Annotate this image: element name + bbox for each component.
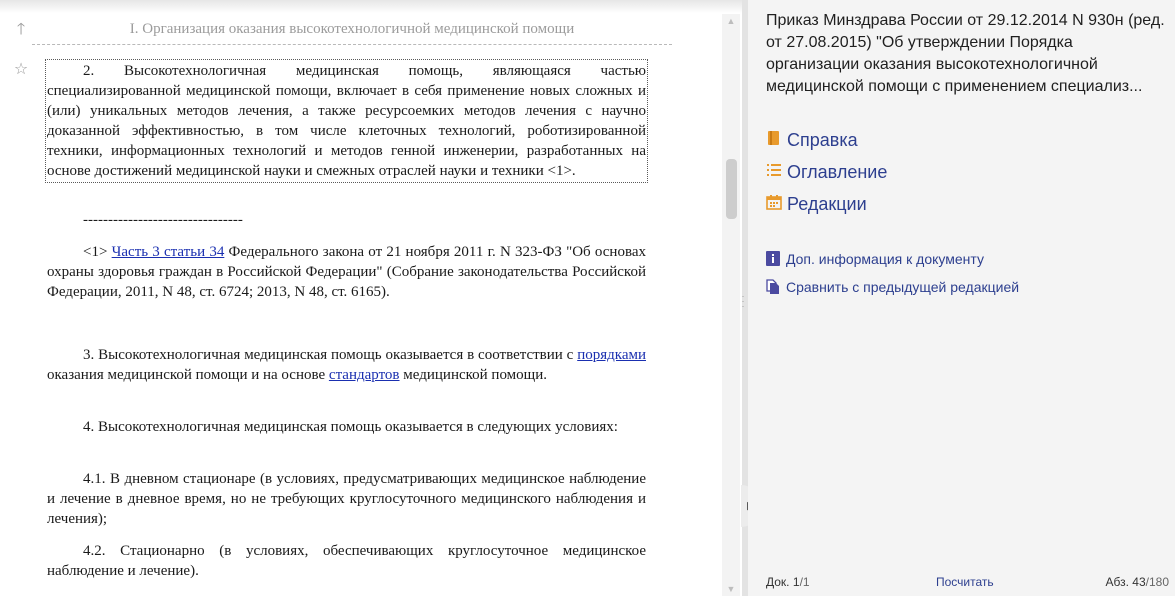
scroll-up-arrow-icon[interactable]: ▲ <box>722 14 740 28</box>
section-heading[interactable]: I. Организация оказания высокотехнологич… <box>32 12 672 45</box>
document-title: Приказ Минздрава России от 29.12.2014 N … <box>766 12 1165 95</box>
footnote-separator: -------------------------------- <box>83 212 243 228</box>
nav-label: Справка <box>787 129 858 150</box>
list-icon <box>767 164 781 176</box>
count-button[interactable]: Посчитать <box>936 570 994 594</box>
splitter-grip-icon[interactable]: · · · <box>740 292 746 312</box>
additional-info-label: Доп. информация к документу <box>786 251 984 267</box>
paragraph-3-text-b: оказания медицинской помощи и на основе <box>47 367 329 383</box>
star-outline-icon[interactable]: ☆ <box>12 60 30 78</box>
doc-counter: Док. 1/1 <box>766 570 810 594</box>
paragraph-4: 4. Высокотехнологичная медицинская помощ… <box>83 419 618 435</box>
paragraph-2[interactable]: 2. Высокотехнологичная медицинская помощ… <box>45 59 648 183</box>
abz-current: 43 <box>1132 575 1146 589</box>
nav-editions[interactable]: Редакции <box>766 193 867 217</box>
footnote-law-link[interactable]: Часть 3 статьи 34 <box>112 244 225 260</box>
scroll-down-arrow-icon[interactable]: ▼ <box>722 582 740 596</box>
doc-current: 1 <box>792 575 800 589</box>
footnote-1: <1> Часть 3 статьи 34 Федерального закон… <box>47 242 646 302</box>
document-scrollbar[interactable]: ▲ ▼ <box>722 14 740 596</box>
nav-label: Редакции <box>787 193 867 214</box>
compare-edition-label: Сравнить с предыдущей редакцией <box>786 279 1020 295</box>
paragraph-4-2: 4.2. Стационарно (в условиях, обеспечива… <box>47 543 646 579</box>
compare-edition-link[interactable]: Сравнить с предыдущей редакцией <box>766 279 1019 297</box>
orders-link[interactable]: порядками <box>577 347 646 363</box>
compare-docs-icon <box>766 279 779 294</box>
abz-label: Абз. <box>1105 575 1129 589</box>
info-panel: Приказ Минздрава России от 29.12.2014 N … <box>748 0 1175 596</box>
book-icon <box>768 131 779 145</box>
footnote-prefix: <1> <box>83 244 112 260</box>
nav-label: Оглавление <box>787 161 888 182</box>
status-bar: Док. 1/1 Посчитать Абз. 43/180 <box>748 570 1175 594</box>
paragraph-counter: Абз. 43/180 <box>1105 570 1169 594</box>
nav-spravka[interactable]: Справка <box>766 129 858 153</box>
paragraph-3: 3. Высокотехнологичная медицинская помощ… <box>47 345 646 385</box>
additional-info-link[interactable]: Доп. информация к документу <box>766 251 984 269</box>
document-pane: 🡑 ☆ I. Организация оказания высокотехнол… <box>0 0 742 596</box>
arrow-up-icon[interactable]: 🡑 <box>12 20 30 38</box>
paragraph-4-1: 4.1. В дневном стационаре (в условиях, п… <box>47 471 646 527</box>
document-gutter: 🡑 ☆ <box>0 0 40 596</box>
standards-link[interactable]: стандартов <box>329 367 400 383</box>
calendar-icon <box>766 195 782 210</box>
info-icon <box>766 251 780 266</box>
abz-total: /180 <box>1145 575 1169 589</box>
paragraph-3-text-a: 3. Высокотехнологичная медицинская помощ… <box>83 347 578 363</box>
paragraph-3-text-c: медицинской помощи. <box>399 367 547 383</box>
nav-contents[interactable]: Оглавление <box>766 161 887 185</box>
doc-total: /1 <box>799 575 810 589</box>
scrollbar-thumb[interactable] <box>726 159 737 219</box>
doc-label: Док. <box>766 575 790 589</box>
